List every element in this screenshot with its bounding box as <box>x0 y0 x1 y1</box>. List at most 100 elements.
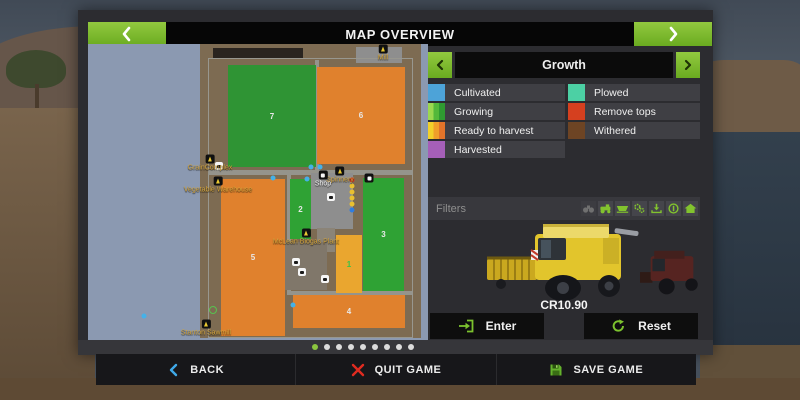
page-dot-5 <box>372 344 378 350</box>
overlay-next-button[interactable] <box>676 52 700 78</box>
hotspot-icon <box>335 167 344 176</box>
map-info-dot <box>142 314 147 319</box>
background-tree <box>6 50 66 88</box>
tractor-icon <box>599 203 612 214</box>
poi-label: Shop <box>315 181 331 188</box>
map-queue-dot <box>350 190 355 195</box>
poi-label: McLean Biogas Plant <box>273 239 339 246</box>
map-vehicle-marker <box>298 268 306 276</box>
map-poi[interactable] <box>365 174 374 183</box>
filter-unload-button[interactable] <box>649 201 664 216</box>
map-poi-shop[interactable]: Shop <box>315 171 331 188</box>
map-zone-biogas-yard <box>285 242 327 290</box>
overlay-prev-button[interactable] <box>428 52 452 78</box>
gears-icon <box>633 203 646 214</box>
filter-binoculars-button[interactable] <box>581 201 596 216</box>
vehicle-preview-main <box>485 222 645 306</box>
page-dot-8 <box>408 344 414 350</box>
filter-vehicles-button[interactable] <box>598 201 613 216</box>
remove-tops-swatch <box>568 103 585 120</box>
map-viewport[interactable]: 7652314MillGrainComplexVegetable Warehou… <box>88 44 428 340</box>
background-tree-trunk <box>35 84 39 108</box>
map-ring-marker <box>209 306 217 314</box>
map-poi-graincomplex[interactable]: GrainComplex <box>188 155 233 172</box>
map-vehicle-marker <box>321 275 329 283</box>
chevron-left-icon <box>118 25 136 43</box>
enter-button[interactable]: Enter <box>430 313 544 339</box>
cultivated-swatch <box>428 84 445 101</box>
save-floppy-icon <box>549 363 563 377</box>
page-dot-0 <box>312 344 318 350</box>
back-button[interactable]: BACK <box>96 354 295 385</box>
cutter-icon <box>616 203 629 214</box>
map-field-6: 6 <box>317 67 405 164</box>
prev-page-button[interactable] <box>88 22 166 46</box>
map-field-4: 4 <box>293 295 405 328</box>
legend-item-ready-to-harvest: Ready to harvest <box>428 122 565 139</box>
page-dot-3 <box>348 344 354 350</box>
page-dot-6 <box>384 344 390 350</box>
reset-icon <box>611 319 626 333</box>
reset-button[interactable]: Reset <box>584 313 698 339</box>
map-field-7: 7 <box>228 65 316 167</box>
map-field-3: 3 <box>363 178 404 291</box>
hotspot-icon <box>318 171 327 180</box>
map-queue-dot <box>350 184 355 189</box>
page-dot-2 <box>336 344 342 350</box>
filter-production-button[interactable] <box>632 201 647 216</box>
map-poi-mclean-biogas-plant[interactable]: McLean Biogas Plant <box>273 229 339 246</box>
map-poi-vegetable-warehouse[interactable]: Vegetable Warehouse <box>184 177 253 194</box>
filter-buildings-button[interactable] <box>683 201 698 216</box>
legend-item-harvested: Harvested <box>428 141 565 158</box>
map-info-dot <box>318 165 323 170</box>
overlay-selector: Growth <box>428 52 700 78</box>
map-info-dot <box>291 303 296 308</box>
map-poi-mill[interactable]: Mill <box>378 45 389 62</box>
hotspot-icon <box>214 177 223 186</box>
save-game-button[interactable]: SAVE GAME <box>496 354 696 385</box>
chevron-left-icon <box>435 59 445 71</box>
map-sidebar: Growth Cultivated Growing Ready to harve… <box>428 52 700 344</box>
bottom-menu-bar: BACK QUIT GAME SAVE GAME <box>96 354 696 385</box>
filter-alerts-button[interactable] <box>666 201 681 216</box>
map-info-dot <box>271 176 276 181</box>
binoculars-icon <box>582 203 595 214</box>
poi-label: Vegetable Warehouse <box>184 187 253 194</box>
filter-tools-button[interactable] <box>615 201 630 216</box>
house-icon <box>684 203 697 214</box>
vehicle-actions: Enter Reset <box>430 313 698 339</box>
page-header: MAP OVERVIEW <box>88 22 712 46</box>
quit-game-button[interactable]: QUIT GAME <box>295 354 495 385</box>
poi-label: Stanton Sawmill <box>181 330 231 337</box>
page-dot-7 <box>396 344 402 350</box>
map-queue-dot <box>350 202 355 207</box>
background-water <box>700 132 800 350</box>
hotspot-icon <box>302 229 311 238</box>
overlay-title: Growth <box>455 52 673 78</box>
harvested-swatch <box>428 141 445 158</box>
legend-item-remove-tops: Remove tops <box>568 103 700 120</box>
map-info-dot <box>305 177 310 182</box>
map-field-5: 5 <box>221 179 285 336</box>
map-vehicle-marker <box>327 193 335 201</box>
page-dots <box>312 344 414 350</box>
map-queue-dot <box>350 196 355 201</box>
legend-item-withered: Withered <box>568 122 700 139</box>
chevron-right-icon <box>664 25 682 43</box>
growth-legend: Cultivated Growing Ready to harvest Harv… <box>428 84 700 158</box>
next-page-button[interactable] <box>634 22 712 46</box>
legend-item-growing: Growing <box>428 103 565 120</box>
warning-circle-icon <box>667 203 680 214</box>
vehicle-preview-next <box>640 246 704 300</box>
hotspot-icon <box>201 320 210 329</box>
map-overview-panel: MAP OVERVIEW 7652314MillGrainComplexVege… <box>78 10 713 355</box>
map-zone-dark-strip <box>213 48 303 58</box>
poi-label: Mill <box>378 55 389 62</box>
page-dot-4 <box>360 344 366 350</box>
filters-label: Filters <box>436 203 581 215</box>
map-poi-stanton-sawmill[interactable]: Stanton Sawmill <box>181 320 231 337</box>
plowed-swatch <box>568 84 585 101</box>
map-queue-dot <box>350 208 355 213</box>
vehicle-name: CR10.90 <box>428 298 700 312</box>
ready-swatch <box>428 122 445 139</box>
